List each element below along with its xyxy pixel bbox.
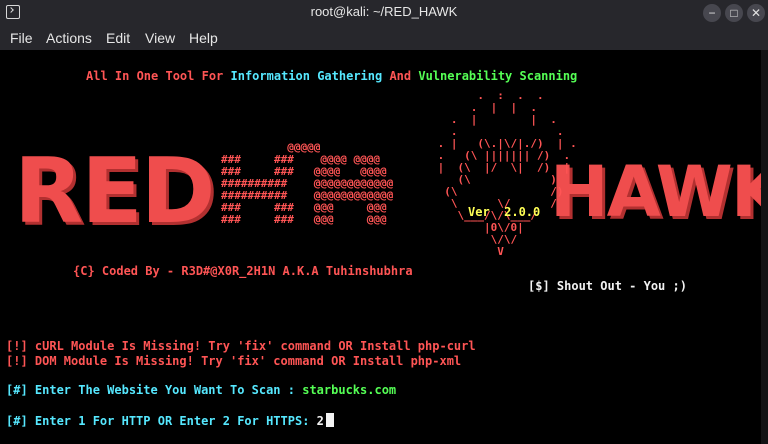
menu-view[interactable]: View <box>145 30 175 46</box>
protocol-input-value[interactable]: 2 <box>317 414 324 428</box>
protocol-prompt: [#] Enter 1 For HTTP OR Enter 2 For HTTP… <box>6 414 317 428</box>
credit-line: {C} Coded By - R3D#@X0R_2H1N A.K.A Tuhin… <box>73 264 413 278</box>
scan-prompt: [#] Enter The Website You Want To Scan : <box>6 383 303 397</box>
logo-hawk-text: HAWK <box>550 151 768 233</box>
menu-help[interactable]: Help <box>189 30 218 46</box>
scan-input-value: starbucks.com <box>302 383 397 397</box>
logo-red-text: RED <box>14 139 215 244</box>
menu-edit[interactable]: Edit <box>106 30 130 46</box>
curl-missing-warning: [!] cURL Module Is Missing! Try 'fix' co… <box>6 339 476 353</box>
banner-tagline: All In One Tool For Information Gatherin… <box>86 69 578 83</box>
title-bar[interactable]: root@kali: ~/RED_HAWK − □ ✕ <box>0 0 768 26</box>
hash-ascii-art: @@@@@ ### ### @@@@ @@@@ ### ### @@@@ @@@… <box>221 141 394 226</box>
minimize-button[interactable]: − <box>703 4 721 22</box>
dom-missing-warning: [!] DOM Module Is Missing! Try 'fix' com… <box>6 354 462 368</box>
hawk-ascii-art: . : . . . | | . . | | . . . . | (\.|\/|.… <box>437 89 577 258</box>
close-button[interactable]: ✕ <box>747 4 765 22</box>
menu-file[interactable]: File <box>10 30 33 46</box>
terminal-output[interactable]: All In One Tool For Information Gatherin… <box>0 50 768 444</box>
protocol-prompt-line[interactable]: [#] Enter 1 For HTTP OR Enter 2 For HTTP… <box>6 413 334 428</box>
terminal-window: root@kali: ~/RED_HAWK − □ ✕ File Actions… <box>0 0 768 444</box>
scan-prompt-line: [#] Enter The Website You Want To Scan :… <box>6 383 396 397</box>
menu-actions[interactable]: Actions <box>46 30 92 46</box>
menu-bar: File Actions Edit View Help <box>0 26 768 50</box>
maximize-button[interactable]: □ <box>725 4 743 22</box>
window-title: root@kali: ~/RED_HAWK <box>310 4 458 19</box>
terminal-scrollbar[interactable] <box>761 50 768 444</box>
text-cursor <box>325 413 334 427</box>
version-label: Ver 2.0.0 <box>468 205 541 219</box>
shoutout-line: [$] Shout Out - You ;) <box>528 279 687 293</box>
